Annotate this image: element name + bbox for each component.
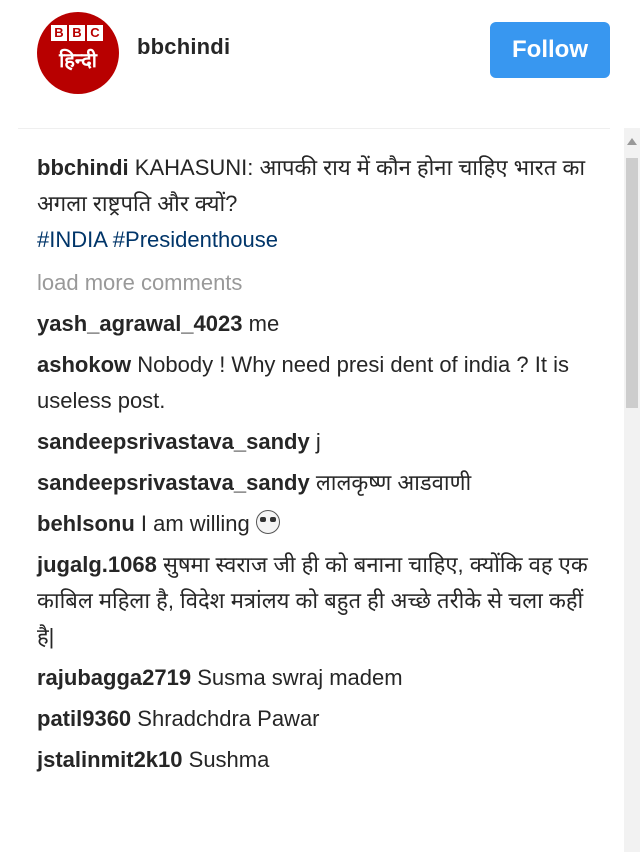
bbc-logo-letter: B <box>51 25 67 41</box>
header-divider <box>18 128 610 129</box>
caption-username[interactable]: bbchindi <box>37 155 129 180</box>
bbc-logo-letter: C <box>87 25 103 41</box>
comment: jugalg.1068 सुषमा स्वराज जी ही को बनाना … <box>37 547 597 655</box>
scrollbar-thumb[interactable] <box>626 158 638 408</box>
bbc-logo-letter: B <box>69 25 85 41</box>
comment-username[interactable]: rajubagga2719 <box>37 665 191 690</box>
sunglasses-emoji-icon <box>255 510 280 534</box>
post-header: B B C हिन्दी bbchindi Follow <box>0 0 640 120</box>
comment-text: Susma swraj madem <box>197 665 403 690</box>
comment-text: j <box>315 429 321 454</box>
comment: sandeepsrivastava_sandy j <box>37 424 597 460</box>
comment-text: me <box>248 311 280 336</box>
comment: ashokow Nobody ! Why need presi dent of … <box>37 347 597 419</box>
comment: rajubagga2719 Susma swraj madem <box>37 660 597 696</box>
comment: sandeepsrivastava_sandy लालकृष्ण आडवाणी <box>37 465 597 501</box>
comment-username[interactable]: behlsonu <box>37 511 135 536</box>
comment-text: I am willing <box>140 511 250 536</box>
scroll-up-arrow-icon[interactable] <box>627 138 637 145</box>
comment-username[interactable]: yash_agrawal_4023 <box>37 311 243 336</box>
comment-username[interactable]: jstalinmit2k10 <box>37 747 183 772</box>
comment-username[interactable]: sandeepsrivastava_sandy <box>37 470 310 495</box>
load-more-comments-link[interactable]: load more comments <box>37 265 597 301</box>
comment: yash_agrawal_4023 me <box>37 306 597 342</box>
comment-text: Shradchdra Pawar <box>137 706 320 731</box>
comments-scrollbar[interactable] <box>624 128 640 852</box>
comment-username[interactable]: jugalg.1068 <box>37 552 157 577</box>
comment: jstalinmit2k10 Sushma <box>37 742 597 778</box>
comments-list: bbchindi KAHASUNI: आपकी राय में कौन होना… <box>37 150 597 783</box>
comment-username[interactable]: ashokow <box>37 352 131 377</box>
comment-text: Sushma <box>188 747 270 772</box>
hindi-logo-text: हिन्दी <box>59 48 97 72</box>
comment-username[interactable]: sandeepsrivastava_sandy <box>37 429 310 454</box>
caption: bbchindi KAHASUNI: आपकी राय में कौन होना… <box>37 150 597 258</box>
comment-username[interactable]: patil9360 <box>37 706 131 731</box>
bbc-logo-blocks: B B C <box>51 25 103 41</box>
comment: behlsonu I am willing <box>37 506 597 542</box>
comment-text: लालकृष्ण आडवाणी <box>315 470 472 495</box>
follow-button[interactable]: Follow <box>490 22 610 78</box>
caption-hashtags[interactable]: #INDIA #Presidenthouse <box>37 227 278 252</box>
bbc-hindi-avatar[interactable]: B B C हिन्दी <box>37 12 119 94</box>
comment: patil9360 Shradchdra Pawar <box>37 701 597 737</box>
account-username[interactable]: bbchindi <box>137 34 230 60</box>
